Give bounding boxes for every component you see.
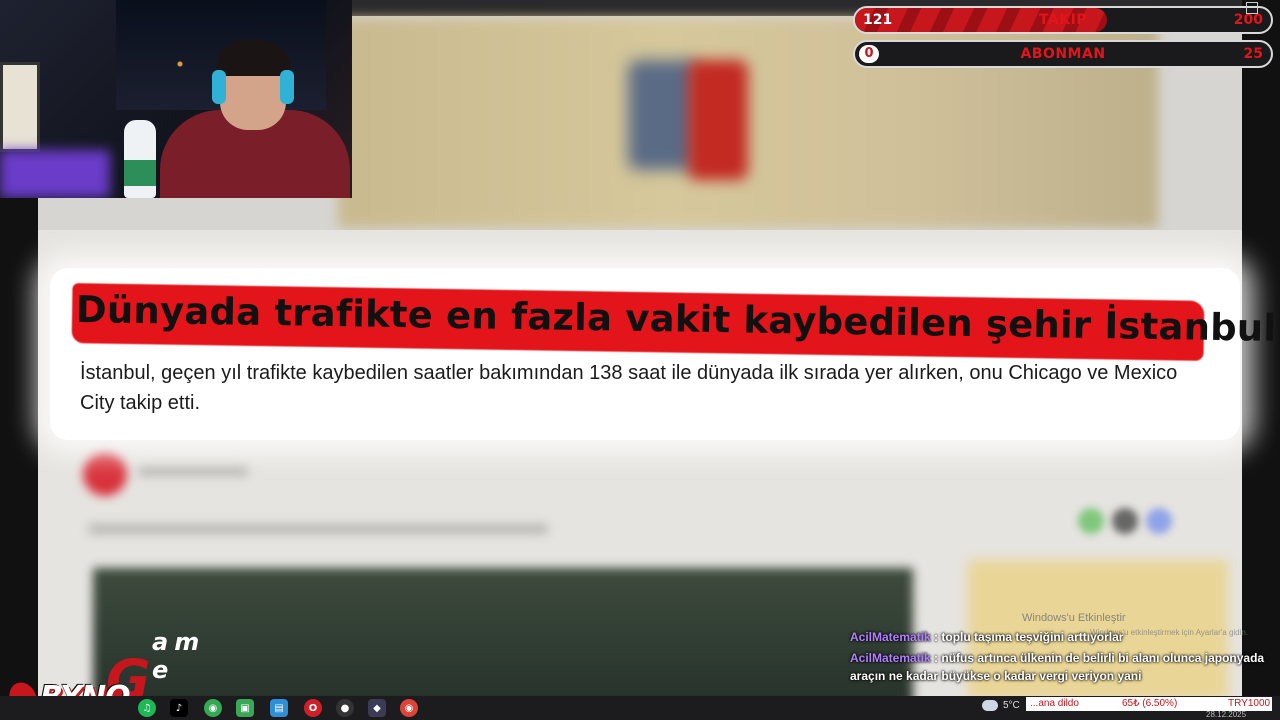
follow-label: TAKIP: [1038, 12, 1088, 28]
blurred-text-line: [138, 466, 248, 476]
stream-screen: Dünyada trafikte en fazla vakit kaybedil…: [0, 0, 1280, 720]
ticker-text-left: ...ana dildo: [1030, 698, 1079, 709]
discord-icon[interactable]: ◆: [368, 699, 386, 717]
tiktok-icon[interactable]: ♪: [170, 699, 188, 717]
tray-date[interactable]: 28.12.2025: [1206, 710, 1246, 719]
blurred-text-line: [88, 524, 548, 534]
activation-watermark: Windows'u Etkinleştir: [1022, 612, 1126, 624]
window-restore-icon[interactable]: [1246, 2, 1258, 14]
chat-username: AcilMatematik: [850, 630, 931, 644]
article-summary: İstanbul, geçen yıl trafikte kaybedilen …: [80, 362, 1178, 414]
chat-username: AcilMatematik: [850, 651, 931, 665]
donation-ticker: ...ana dildo 65₺ (6.50%) TRY1000: [1026, 697, 1272, 711]
webcam-feed: [0, 0, 352, 198]
chat-message: AcilMatematik : nüfus artınca ülkenin de…: [850, 651, 1265, 683]
headset-left: [212, 70, 226, 104]
headset-right: [280, 70, 294, 104]
bottle-label: [124, 160, 156, 186]
author-avatar: [83, 452, 127, 496]
ticker-text-right: TRY1000: [1228, 698, 1271, 709]
streamer-hair: [216, 40, 290, 76]
club-emblem-red: [688, 60, 748, 180]
subscriber-label: ABONMAN: [1020, 46, 1106, 62]
chrome-alt-icon[interactable]: ◉: [400, 699, 418, 717]
app-icon[interactable]: ▤: [270, 699, 288, 717]
weather-temp[interactable]: 5°C: [1003, 700, 1020, 711]
spotify-icon[interactable]: ♫: [138, 699, 156, 717]
follow-goal-bar: 121 TAKIP 200: [853, 6, 1273, 34]
follow-goal: 200: [1233, 12, 1263, 28]
chat-message: AcilMatematik : toplu taşıma teşviğini a…: [850, 630, 1124, 644]
opera-icon[interactable]: O: [304, 699, 322, 717]
share-facebook-icon[interactable]: [1146, 508, 1172, 534]
milk-bottle: [124, 120, 156, 198]
chat-overlay: AcilMatematik : toplu taşıma teşviğini a…: [850, 628, 1270, 688]
ticker-text-middle: 65₺ (6.50%): [1122, 698, 1178, 709]
obs-icon[interactable]: ●: [336, 699, 354, 717]
chrome-icon[interactable]: ◉: [204, 699, 222, 717]
share-x-icon[interactable]: [1112, 508, 1138, 534]
share-whatsapp-icon[interactable]: [1078, 508, 1104, 534]
store-icon[interactable]: ▣: [236, 699, 254, 717]
logo-ame-text: am e: [152, 628, 206, 684]
side-monitor: [0, 62, 40, 152]
chat-text: toplu taşıma teşviğini arttıyorlar: [941, 630, 1124, 644]
purple-led-glow: [0, 150, 110, 198]
weather-cloud-icon[interactable]: [982, 700, 998, 711]
subscriber-goal-bar: 0 ABONMAN 25: [853, 40, 1273, 68]
subscriber-goal: 25: [1243, 46, 1263, 62]
